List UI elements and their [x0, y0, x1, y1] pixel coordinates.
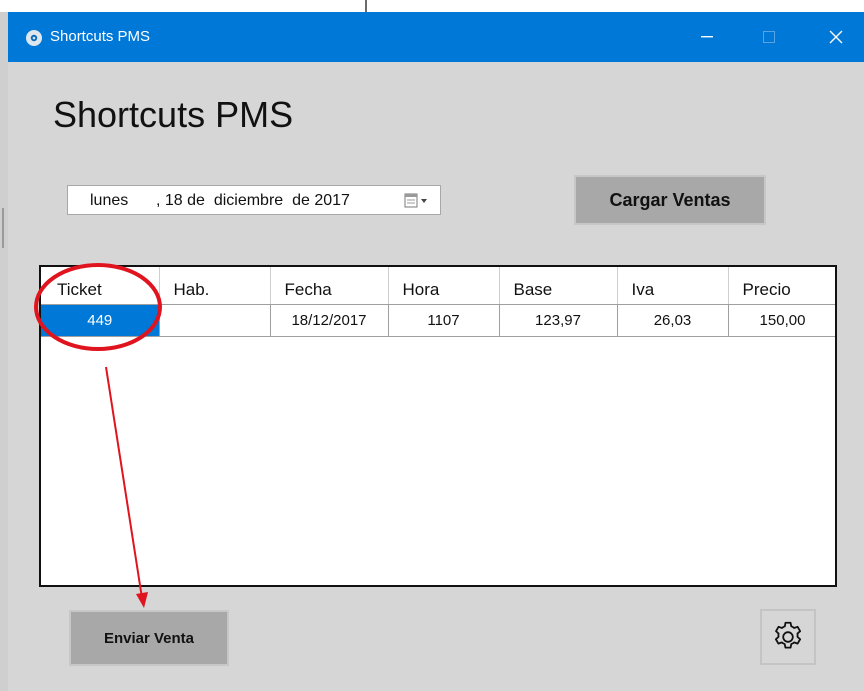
column-header-iva[interactable]: Iva — [617, 267, 729, 305]
cell-precio[interactable]: 150,00 — [728, 304, 835, 337]
app-window: Shortcuts PMS Shortcuts PMS lunes , 18 d… — [8, 12, 864, 691]
column-header-fecha[interactable]: Fecha — [270, 267, 389, 305]
sales-grid: Ticket Hab. Fecha Hora Base Iva Precio 4… — [39, 265, 837, 587]
minimize-icon — [701, 36, 713, 38]
cell-iva[interactable]: 26,03 — [617, 304, 729, 337]
minimize-button[interactable] — [684, 12, 730, 62]
settings-button[interactable] — [760, 609, 816, 665]
column-header-precio[interactable]: Precio — [728, 267, 835, 305]
column-header-base[interactable]: Base — [499, 267, 618, 305]
cell-hab[interactable] — [159, 304, 271, 337]
table-row[interactable]: 449 18/12/2017 1107 123,97 26,03 150,00 — [41, 304, 835, 337]
date-picker[interactable]: lunes , 18 de diciembre de 2017 — [67, 185, 441, 215]
column-header-hora[interactable]: Hora — [388, 267, 500, 305]
app-gear-icon — [26, 30, 42, 46]
calendar-dropdown-icon[interactable] — [404, 192, 434, 210]
maximize-icon — [763, 31, 775, 43]
enviar-venta-button[interactable]: Enviar Venta — [69, 610, 229, 666]
background-strip — [0, 0, 864, 12]
background-tick — [365, 0, 367, 12]
cell-base[interactable]: 123,97 — [499, 304, 618, 337]
window-title: Shortcuts PMS — [50, 28, 151, 45]
page-title: Shortcuts PMS — [53, 94, 294, 135]
close-icon — [829, 30, 843, 44]
column-header-hab[interactable]: Hab. — [159, 267, 271, 305]
table-header-row: Ticket Hab. Fecha Hora Base Iva Precio — [41, 267, 835, 305]
cell-fecha[interactable]: 18/12/2017 — [270, 304, 389, 337]
date-weekday[interactable]: lunes — [90, 192, 128, 210]
cell-hora[interactable]: 1107 — [388, 304, 500, 337]
sales-table: Ticket Hab. Fecha Hora Base Iva Precio 4… — [41, 267, 835, 337]
edge-mark — [2, 208, 4, 248]
close-button[interactable] — [813, 12, 859, 62]
cell-ticket[interactable]: 449 — [41, 304, 160, 337]
column-header-ticket[interactable]: Ticket — [41, 267, 160, 305]
gear-icon — [774, 621, 802, 649]
cargar-ventas-button[interactable]: Cargar Ventas — [574, 175, 766, 225]
title-bar: Shortcuts PMS — [8, 12, 864, 62]
date-value[interactable]: , 18 de diciembre de 2017 — [156, 192, 350, 210]
window-left-edge — [0, 12, 8, 691]
maximize-button[interactable] — [746, 12, 792, 62]
